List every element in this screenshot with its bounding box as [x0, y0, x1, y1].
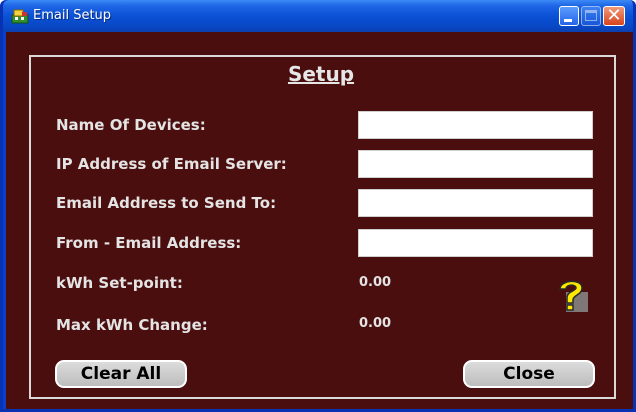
minimize-icon — [564, 19, 572, 22]
dialog-body: Setup Name Of Devices: IP Address of Ema… — [6, 32, 633, 409]
name-of-devices-label: Name Of Devices: — [56, 116, 206, 134]
maximize-button[interactable] — [581, 6, 601, 26]
kwh-setpoint-value: 0.00 — [359, 275, 392, 290]
title-bar[interactable]: Email Setup ✕ — [3, 0, 633, 32]
email-setup-window: Email Setup ✕ Setup Name Of Devices: IP … — [0, 0, 636, 412]
help-button[interactable] — [552, 276, 592, 316]
send-to-email-label: Email Address to Send To: — [56, 194, 277, 212]
from-email-label: From - Email Address: — [56, 234, 242, 252]
minimize-button[interactable] — [559, 6, 579, 26]
close-icon: ✕ — [606, 5, 622, 26]
setup-frame — [29, 55, 616, 399]
from-email-input[interactable] — [358, 229, 593, 257]
maximize-icon — [585, 10, 597, 21]
close-button[interactable]: Close — [463, 360, 595, 388]
page-title: Setup — [287, 62, 355, 86]
kwh-setpoint-label: kWh Set-point: — [56, 274, 183, 292]
name-of-devices-input[interactable] — [358, 111, 593, 139]
send-to-email-input[interactable] — [358, 189, 593, 217]
close-window-button[interactable]: ✕ — [603, 6, 625, 26]
max-kwh-change-label: Max kWh Change: — [56, 316, 208, 334]
app-icon — [11, 9, 29, 24]
max-kwh-change-value: 0.00 — [359, 316, 392, 331]
question-mark-icon — [559, 280, 588, 312]
clear-all-button[interactable]: Clear All — [55, 360, 187, 388]
email-server-ip-label: IP Address of Email Server: — [56, 155, 287, 173]
email-server-ip-input[interactable] — [358, 150, 593, 178]
window-title: Email Setup — [33, 8, 112, 23]
